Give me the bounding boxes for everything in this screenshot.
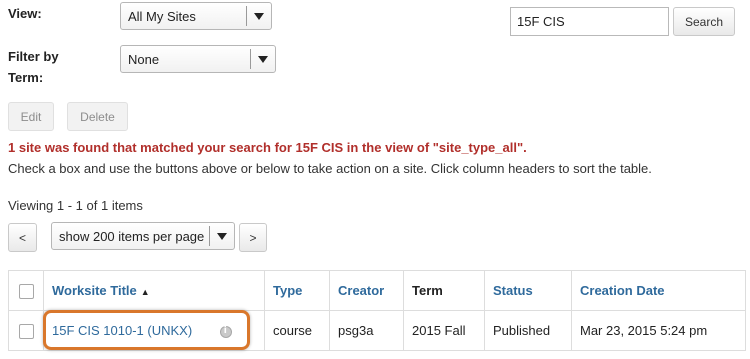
next-page-button[interactable]: >	[239, 223, 267, 252]
select-all-cell	[8, 270, 44, 311]
instructions-text: Check a box and use the buttons above or…	[8, 161, 652, 176]
select-divider	[246, 6, 247, 26]
select-divider	[209, 226, 210, 246]
creation-date-cell: Mar 23, 2015 5:24 pm	[571, 310, 746, 351]
viewing-count: Viewing 1 - 1 of 1 items	[8, 198, 143, 213]
column-header-creation-date[interactable]: Creation Date	[571, 270, 746, 311]
row-checkbox[interactable]	[19, 323, 34, 339]
prev-page-button[interactable]: <	[8, 223, 37, 252]
view-select[interactable]: All My Sites	[120, 2, 272, 30]
chevron-down-icon	[254, 13, 264, 20]
view-label: View:	[8, 6, 42, 21]
filter-label: Filter by Term:	[8, 49, 59, 85]
column-header-creator[interactable]: Creator	[329, 270, 404, 311]
chevron-down-icon	[217, 233, 227, 240]
delete-button[interactable]: Delete	[67, 102, 128, 131]
column-header-term[interactable]: Term	[403, 270, 485, 311]
column-header-worksite-title[interactable]: Worksite Title ▲︎	[43, 270, 265, 311]
select-all-checkbox[interactable]	[19, 283, 34, 299]
page-size-value: show 200 items per page	[59, 229, 205, 244]
row-select-cell	[8, 310, 44, 351]
status-cell: Published	[484, 310, 572, 351]
table-row: 15F CIS 1010-1 (UNKX) course psg3a 2015 …	[8, 310, 746, 351]
term-filter-value: None	[128, 52, 160, 67]
select-divider	[250, 49, 251, 69]
worksite-title-link[interactable]: 15F CIS 1010-1 (UNKX)	[52, 323, 192, 338]
column-header-status[interactable]: Status	[484, 270, 572, 311]
column-header-type[interactable]: Type	[264, 270, 330, 311]
type-cell: course	[264, 310, 330, 351]
table-header-row: Worksite Title ▲︎ Type Creator Term Statu…	[8, 270, 746, 311]
info-icon[interactable]	[219, 325, 232, 338]
view-select-value: All My Sites	[128, 9, 196, 24]
sites-table: Worksite Title ▲︎ Type Creator Term Statu…	[8, 270, 746, 351]
chevron-down-icon	[258, 56, 268, 63]
sort-ascending-icon: ▲︎	[140, 287, 150, 297]
edit-button[interactable]: Edit	[8, 102, 54, 131]
creator-cell: psg3a	[329, 310, 404, 351]
term-cell: 2015 Fall	[403, 310, 485, 351]
search-input[interactable]	[510, 7, 669, 36]
term-filter-select[interactable]: None	[120, 45, 276, 73]
worksite-title-cell: 15F CIS 1010-1 (UNKX)	[43, 310, 265, 351]
search-button[interactable]: Search	[673, 7, 735, 36]
page-size-select[interactable]: show 200 items per page	[51, 222, 235, 250]
search-result-alert: 1 site was found that matched your searc…	[8, 140, 527, 155]
